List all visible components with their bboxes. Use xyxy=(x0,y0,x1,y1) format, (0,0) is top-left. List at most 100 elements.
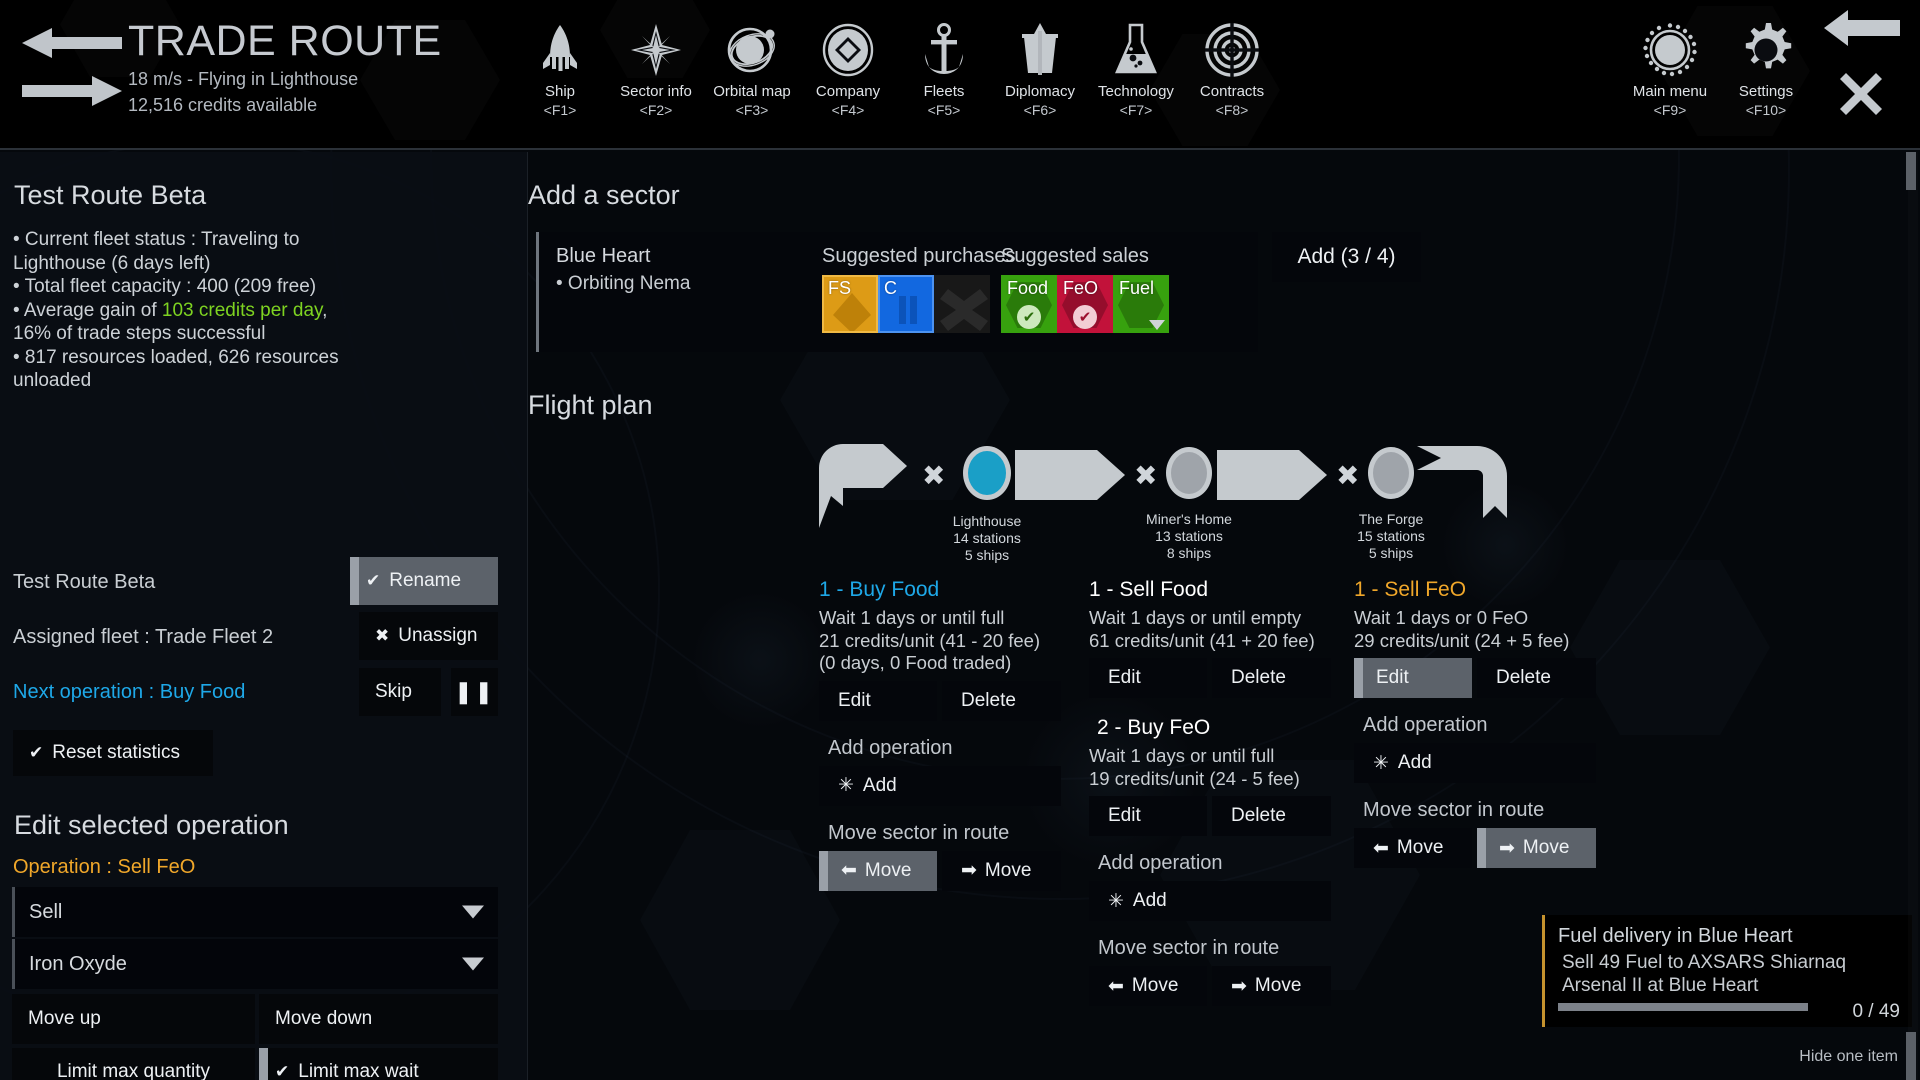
nav-item-contracts[interactable]: Contracts <F8> xyxy=(1184,16,1280,119)
resource-tile-label: Fuel xyxy=(1119,278,1155,298)
move-sector-right-button[interactable]: ➡ Move xyxy=(1212,966,1331,1006)
delete-operation-button[interactable]: Delete xyxy=(1212,796,1331,836)
nav-item-fleets[interactable]: Fleets <F5> xyxy=(896,16,992,119)
flask-icon xyxy=(1113,22,1159,78)
nav-key: <F1> xyxy=(543,102,577,118)
resource-tile-fs[interactable]: FS xyxy=(822,275,878,333)
page-scrollbar[interactable] xyxy=(1906,152,1918,1080)
suggested-sales-row: Food ✔ FeO ✔ Fuel xyxy=(1001,275,1169,333)
add-operation-button[interactable]: ✳ Add xyxy=(1354,743,1596,783)
nav-item-sector-info[interactable]: Sector info <F2> xyxy=(608,16,704,119)
stat-resources: • 817 resources loaded, 626 resources un… xyxy=(13,346,339,392)
notification-card[interactable]: Fuel delivery in Blue Heart Sell 49 Fuel… xyxy=(1542,915,1912,1027)
dial-icon xyxy=(1642,22,1698,78)
move-sector-left-button[interactable]: ⬅ Move xyxy=(1089,966,1207,1006)
nav-key: <F7> xyxy=(1119,102,1153,118)
window-back-icon[interactable] xyxy=(1824,8,1910,53)
edit-operation-button[interactable]: Edit xyxy=(819,680,937,721)
add-operation-button[interactable]: ✳ Add xyxy=(1089,881,1331,921)
scrollbar-thumb-bottom[interactable] xyxy=(1906,1032,1916,1080)
operation-resource-select[interactable]: Iron Oxyde xyxy=(12,939,498,989)
move-sector-left-button[interactable]: ⬅ Move xyxy=(819,850,937,891)
back-arrow-icon[interactable] xyxy=(22,28,122,58)
add-operation-button[interactable]: ✳ Add xyxy=(819,765,1061,806)
window-close-icon[interactable] xyxy=(1838,71,1910,122)
top-bar: TRADE ROUTE 18 m/s - Flying in Lighthous… xyxy=(0,0,1920,150)
operation-line: Wait 1 days or 0 FeO xyxy=(1354,607,1529,628)
move-sector-left-button[interactable]: ⬅ Move xyxy=(1354,828,1472,868)
move-sector-right-button[interactable]: ➡ Move xyxy=(942,850,1061,891)
chevron-down-icon xyxy=(462,957,484,971)
forward-arrow-icon[interactable] xyxy=(22,76,122,106)
rename-button[interactable]: ✔ Rename xyxy=(350,557,498,605)
window-controls xyxy=(1824,8,1910,122)
nav-item-settings[interactable]: Settings <F10> xyxy=(1718,16,1814,119)
main-nav: Ship <F1> Sector info <F2> Orbital map <… xyxy=(512,16,1280,119)
route-node-stations: 13 stations xyxy=(1155,528,1223,544)
resource-tile-label: FeO xyxy=(1063,278,1099,298)
rename-label: Rename xyxy=(389,570,462,591)
delete-operation-button[interactable]: Delete xyxy=(1212,658,1331,698)
hide-one-item-button[interactable]: Hide one item xyxy=(1799,1048,1898,1066)
resource-tile-feo[interactable]: FeO ✔ xyxy=(1057,275,1113,333)
sparkle-icon: ✳ xyxy=(1108,890,1124,912)
resource-tile-fuel[interactable]: Fuel xyxy=(1113,275,1169,333)
add-operation-heading: Add operation xyxy=(1363,714,1488,736)
move-sector-heading: Move sector in route xyxy=(828,821,1010,844)
limit-max-wait-toggle[interactable]: ✔ Limit max wait xyxy=(259,1048,498,1080)
add-sector-button[interactable]: Add (3 / 4) xyxy=(1272,232,1421,282)
move-up-button[interactable]: Move up xyxy=(12,994,255,1044)
nav-label: Diplomacy xyxy=(1004,83,1076,100)
route-node-ships: 5 ships xyxy=(964,547,1010,563)
add-label: Add xyxy=(862,774,897,796)
edit-operation-button[interactable]: Edit xyxy=(1089,796,1207,836)
move-sector-right-button[interactable]: ➡ Move xyxy=(1477,828,1596,868)
limit-max-quantity-toggle[interactable]: Limit max quantity xyxy=(12,1048,255,1080)
limit-max-wait-label: Limit max wait xyxy=(298,1061,419,1080)
move-right-label: Move xyxy=(1522,837,1570,858)
status-speed: 18 m/s - Flying in Lighthouse xyxy=(128,69,359,89)
gear-icon xyxy=(1738,22,1794,78)
resource-tile-food[interactable]: Food ✔ xyxy=(1001,275,1057,333)
edit-operation-button[interactable]: Edit xyxy=(1354,658,1472,698)
nav-label: Orbital map xyxy=(713,83,791,100)
route-node-name: Miner's Home xyxy=(1146,511,1232,527)
title-block: TRADE ROUTE 18 m/s - Flying in Lighthous… xyxy=(128,16,442,118)
nav-key: <F8> xyxy=(1215,102,1249,118)
resource-tile-label: Food xyxy=(1007,278,1049,298)
route-name-value: Test Route Beta xyxy=(13,571,156,593)
pause-button[interactable]: ❚❚ xyxy=(451,668,498,716)
nav-label: Main menu xyxy=(1632,83,1708,100)
suggested-purchases-row: FS C xyxy=(822,275,990,333)
route-title: Test Route Beta xyxy=(14,180,207,210)
unassign-button[interactable]: ✖ Unassign xyxy=(359,612,498,660)
selection-stripe xyxy=(819,850,828,891)
operation-title: 1 - Buy Food xyxy=(819,578,940,601)
edit-operation-button[interactable]: Edit xyxy=(1089,658,1207,698)
delete-operation-button[interactable]: Delete xyxy=(1477,658,1596,698)
nav-key: <F4> xyxy=(831,102,865,118)
nav-item-ship[interactable]: Ship <F1> xyxy=(512,16,608,119)
route-arrow-icon xyxy=(1015,450,1125,500)
operation-action-select[interactable]: Sell xyxy=(12,887,498,937)
diplomacy-cup-icon xyxy=(1017,22,1063,78)
move-down-button[interactable]: Move down xyxy=(259,994,498,1044)
route-arrow-icon xyxy=(1217,450,1327,500)
sector-card[interactable]: Blue Heart • Orbiting Nema Suggested pur… xyxy=(536,232,1258,352)
resource-tile-empty[interactable] xyxy=(934,275,990,333)
scrollbar-thumb-top[interactable] xyxy=(1906,152,1916,190)
notification-title: Fuel delivery in Blue Heart xyxy=(1558,925,1793,947)
reset-statistics-button[interactable]: ✔ Reset statistics xyxy=(13,730,213,776)
delete-operation-button[interactable]: Delete xyxy=(942,680,1061,721)
nav-item-orbital-map[interactable]: Orbital map <F3> xyxy=(704,16,800,119)
delete-label: Delete xyxy=(1496,667,1551,688)
nav-item-main-menu[interactable]: Main menu <F9> xyxy=(1622,16,1718,119)
nav-item-diplomacy[interactable]: Diplomacy <F6> xyxy=(992,16,1088,119)
skip-button[interactable]: Skip xyxy=(359,668,441,716)
operations-column-the-forge: 1 - Sell FeO Wait 1 days or 0 FeO 29 cre… xyxy=(1354,578,1616,868)
chevron-down-icon[interactable] xyxy=(1149,320,1165,330)
nav-item-company[interactable]: Company <F4> xyxy=(800,16,896,119)
resource-tile-c[interactable]: C xyxy=(878,275,934,333)
nav-item-technology[interactable]: Technology <F7> xyxy=(1088,16,1184,119)
nav-label: Sector info xyxy=(620,83,692,100)
